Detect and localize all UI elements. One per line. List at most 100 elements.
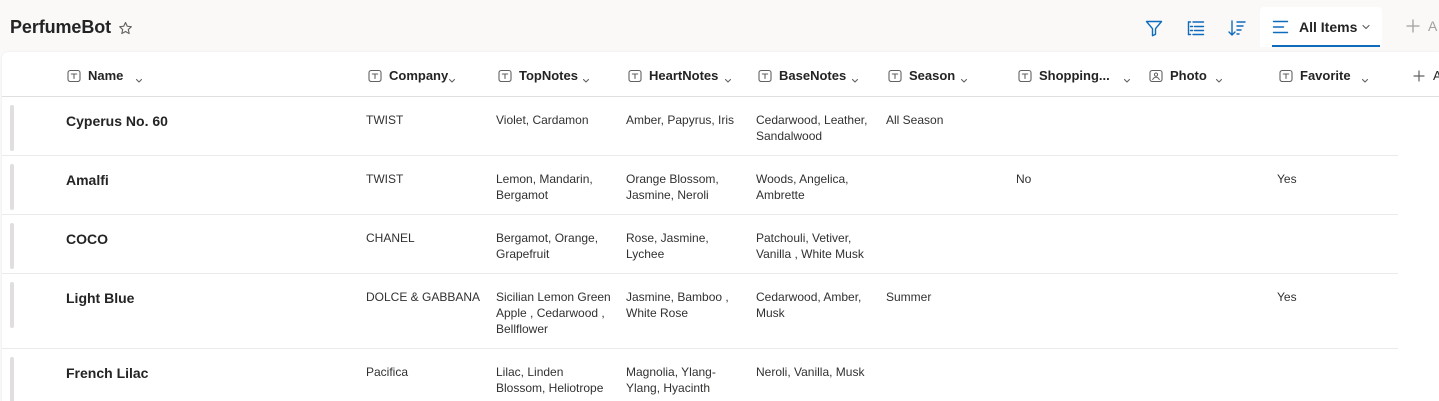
group-by-icon[interactable]	[1186, 18, 1206, 38]
topnotes-cell-line: Lilac, Linden	[496, 365, 564, 379]
chevron-down-icon	[1362, 24, 1370, 30]
text-column-icon	[1018, 69, 1032, 83]
heartnotes-cell-line: White Rose	[626, 306, 689, 320]
text-column-icon	[67, 69, 81, 83]
chevron-down-icon	[448, 72, 456, 83]
heartnotes-cell: Jasmine, Bamboo , White Rose	[626, 289, 729, 321]
row-selection-handle[interactable]	[10, 223, 14, 269]
season-cell-line: Summer	[886, 290, 932, 304]
favorite-cell: Yes	[1277, 171, 1297, 187]
basenotes-cell-line: Sandalwood	[756, 129, 823, 143]
topnotes-cell: Lilac, Linden Blossom, Heliotrope	[496, 364, 603, 396]
basenotes-cell-line: Musk	[756, 306, 785, 320]
chevron-down-icon	[1123, 72, 1131, 83]
text-column-icon	[628, 69, 642, 83]
heartnotes-cell: Amber, Papyrus, Iris	[626, 112, 734, 128]
basenotes-cell: Cedarwood, Amber, Musk	[756, 289, 861, 321]
topnotes-cell-line: Sicilian Lemon Green	[496, 290, 611, 304]
topnotes-cell: Violet, Cardamon	[496, 112, 589, 128]
topnotes-cell-line: Bergamot, Orange,	[496, 231, 599, 245]
favorite-cell-line: Yes	[1277, 290, 1297, 304]
chevron-down-icon	[1215, 72, 1223, 83]
basenotes-cell: Neroli, Vanilla, Musk	[756, 364, 864, 380]
column-header-label: Name	[88, 68, 124, 83]
heartnotes-cell-line: Magnolia, Ylang-	[626, 365, 716, 379]
topnotes-cell-line: Grapefruit	[496, 247, 550, 261]
row-title[interactable]: Cyperus No. 60	[66, 113, 168, 129]
topnotes-cell: Bergamot, Orange, Grapefruit	[496, 230, 598, 262]
heartnotes-cell: Magnolia, Ylang- Ylang, Hyacinth	[626, 364, 716, 396]
basenotes-cell: Patchouli, Vetiver, Vanilla , White Musk	[756, 230, 864, 262]
plus-icon	[1406, 19, 1420, 33]
company-cell-line: Pacifica	[366, 365, 409, 379]
column-header-label: TopNotes	[519, 68, 578, 83]
basenotes-cell-line: Ambrette	[756, 188, 805, 202]
topnotes-cell-line: Bellflower	[496, 322, 549, 336]
basenotes-cell-line: Neroli, Vanilla, Musk	[756, 365, 865, 379]
column-header-label: HeartNotes	[649, 68, 719, 83]
active-view-indicator	[1272, 45, 1380, 47]
column-header-label: Shopping...	[1039, 68, 1110, 83]
shopping-cell: No	[1016, 171, 1031, 187]
heartnotes-cell-line: Rose, Jasmine,	[626, 231, 709, 245]
list-grid: Name Company TopNotes HeartNotes BaseNotes Se…	[2, 52, 1439, 401]
text-column-icon	[368, 69, 382, 83]
column-header-label: Photo	[1170, 68, 1207, 83]
chevron-down-icon	[582, 72, 590, 83]
topnotes-cell: Lemon, Mandarin, Bergamot	[496, 171, 593, 203]
lines-icon	[1272, 20, 1289, 34]
topnotes-cell-line: Lemon, Mandarin,	[496, 172, 593, 186]
table-row[interactable]: COCO CHANEL Bergamot, Orange, Grapefruit Ros…	[2, 215, 1398, 274]
basenotes-cell: Woods, Angelica, Ambrette	[756, 171, 849, 203]
table-row[interactable]: Cyperus No. 60 TWIST Violet, Cardamon Amber…	[2, 97, 1398, 156]
basenotes-cell-line: Woods, Angelica,	[756, 172, 849, 186]
company-cell-line: CHANEL	[366, 231, 415, 245]
text-column-icon	[1279, 69, 1293, 83]
company-cell-line: TWIST	[366, 172, 404, 186]
company-cell: CHANEL	[366, 230, 415, 246]
row-title[interactable]: French Lilac	[66, 365, 148, 381]
basenotes-cell-line: Patchouli, Vetiver,	[756, 231, 852, 245]
row-selection-handle[interactable]	[10, 164, 14, 210]
company-cell-line: DOLCE & GABBANA	[366, 290, 481, 304]
star-outline-icon[interactable]	[118, 21, 133, 36]
plus-icon	[1413, 70, 1425, 82]
row-selection-handle[interactable]	[10, 357, 14, 401]
heartnotes-cell-line: Amber, Papyrus, Iris	[626, 113, 735, 127]
topnotes-cell-line: Blossom, Heliotrope	[496, 381, 604, 395]
row-selection-handle[interactable]	[10, 282, 14, 328]
view-selector[interactable]: All Items	[1260, 7, 1382, 47]
season-cell: All Season	[886, 112, 943, 128]
column-header-label: BaseNotes	[779, 68, 847, 83]
topnotes-cell-line: Bergamot	[496, 188, 549, 202]
company-cell: TWIST	[366, 112, 403, 128]
chevron-down-icon	[960, 72, 968, 83]
basenotes-cell-line: Cedarwood, Amber,	[756, 290, 862, 304]
view-label: All Items	[1299, 19, 1358, 35]
topnotes-cell-line: Apple , Cedarwood ,	[496, 306, 605, 320]
column-header-row: Name Company TopNotes HeartNotes BaseNotes Se…	[2, 52, 1439, 97]
company-cell: Pacifica	[366, 364, 408, 380]
row-title[interactable]: COCO	[66, 231, 108, 247]
chevron-down-icon	[724, 72, 732, 83]
add-column-label: A	[1433, 68, 1439, 83]
heartnotes-cell-line: Jasmine, Neroli	[626, 188, 709, 202]
row-title[interactable]: Amalfi	[66, 172, 109, 188]
text-column-icon	[758, 69, 772, 83]
command-bar: PerfumeBot All Items A	[0, 0, 1439, 56]
heartnotes-cell: Rose, Jasmine, Lychee	[626, 230, 709, 262]
filter-icon[interactable]	[1144, 18, 1164, 38]
topnotes-cell: Sicilian Lemon Green Apple , Cedarwood , B…	[496, 289, 611, 337]
season-cell-line: All Season	[886, 113, 944, 127]
text-column-icon	[888, 69, 902, 83]
company-cell: TWIST	[366, 171, 403, 187]
chevron-down-icon	[851, 72, 859, 83]
chevron-down-icon	[1361, 72, 1369, 83]
table-row[interactable]: French Lilac Pacifica Lilac, Linden Blossom…	[2, 349, 1398, 401]
row-selection-handle[interactable]	[10, 105, 14, 151]
table-row[interactable]: Light Blue DOLCE & GABBANA Sicilian Lemon …	[2, 274, 1398, 349]
sort-icon[interactable]	[1227, 18, 1247, 38]
table-row[interactable]: Amalfi TWIST Lemon, Mandarin, Bergamot Orang…	[2, 156, 1398, 215]
row-title[interactable]: Light Blue	[66, 290, 134, 306]
list-title: PerfumeBot	[10, 17, 112, 37]
